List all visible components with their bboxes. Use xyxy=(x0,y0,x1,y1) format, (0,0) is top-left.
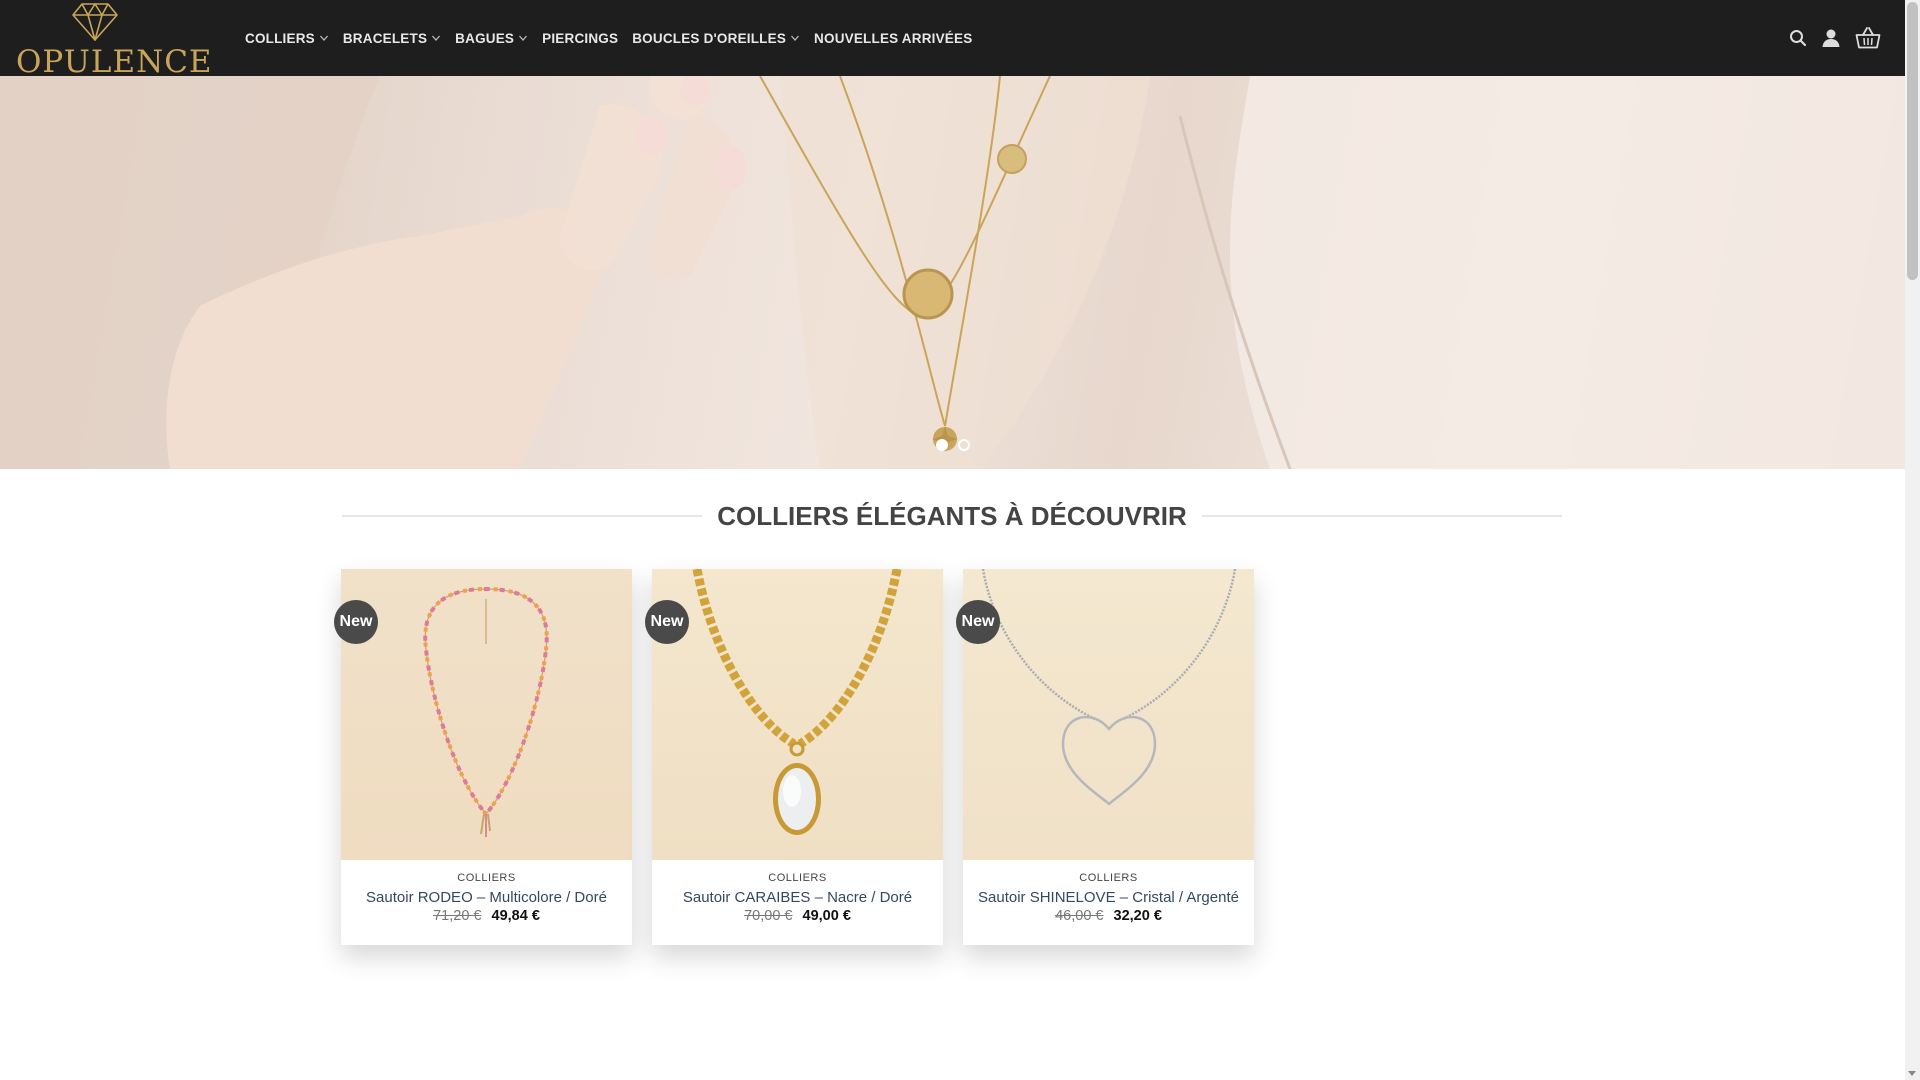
main-nav: COLLIERS BRACELETS BAGUES PIERCINGS BOUC… xyxy=(245,0,986,76)
product-category[interactable]: COLLIERS xyxy=(652,872,943,884)
product-name[interactable]: Sautoir CARAIBES – Nacre / Doré xyxy=(652,889,943,906)
nav-item-colliers[interactable]: COLLIERS xyxy=(245,31,329,46)
old-price: 71,20 € xyxy=(433,908,482,924)
divider xyxy=(1201,515,1563,517)
account-icon[interactable] xyxy=(1821,28,1841,48)
nav-label: BOUCLES D'OREILLES xyxy=(632,30,787,46)
product-price: 70,00 € 49,00 € xyxy=(652,908,943,924)
nav-label: PIERCINGS xyxy=(542,30,619,46)
section-heading: COLLIERS ÉLÉGANTS À DÉCOUVRIR xyxy=(342,496,1563,536)
brand-name: OPULENCE xyxy=(16,44,213,80)
hero-image xyxy=(0,76,1905,469)
search-icon[interactable] xyxy=(1789,29,1807,47)
product-image[interactable] xyxy=(963,569,1254,860)
nav-item-boucles-doreilles[interactable]: BOUCLES D'OREILLES xyxy=(632,31,800,46)
product-name[interactable]: Sautoir RODEO – Multicolore / Doré xyxy=(341,889,632,906)
section-title: COLLIERS ÉLÉGANTS À DÉCOUVRIR xyxy=(717,500,1187,531)
nav-label: NOUVELLES ARRIVÉES xyxy=(814,30,973,46)
product-name[interactable]: Sautoir SHINELOVE – Cristal / Argenté xyxy=(963,889,1254,906)
product-price: 71,20 € 49,84 € xyxy=(341,908,632,924)
chevron-down-icon xyxy=(319,35,328,41)
header-actions xyxy=(1775,0,1881,76)
product-card[interactable]: New COLLIERS Sautoir CARAIBES – Nacre / … xyxy=(645,569,943,945)
basket-icon[interactable] xyxy=(1855,27,1881,49)
site-header: OPULENCE COLLIERS BRACELETS BAGUES PIERC… xyxy=(0,0,1905,80)
nav-label: BAGUES xyxy=(455,30,515,46)
sale-price: 32,20 € xyxy=(1113,908,1162,924)
slider-dot-2[interactable] xyxy=(958,439,970,451)
old-price: 46,00 € xyxy=(1055,908,1104,924)
scroll-down-arrow-icon[interactable] xyxy=(1908,1071,1916,1076)
site-logo[interactable]: OPULENCE xyxy=(14,0,212,80)
scrollbar-thumb[interactable] xyxy=(1907,2,1918,280)
chevron-down-icon xyxy=(432,35,441,41)
sale-price: 49,84 € xyxy=(491,908,540,924)
product-category[interactable]: COLLIERS xyxy=(963,872,1254,884)
diamond-icon xyxy=(72,3,118,41)
nav-label: BRACELETS xyxy=(342,30,428,46)
new-badge: New xyxy=(334,600,378,644)
nav-item-bagues[interactable]: BAGUES xyxy=(455,31,528,46)
nav-item-nouvelles-arrivees[interactable]: NOUVELLES ARRIVÉES xyxy=(814,31,972,46)
chevron-down-icon xyxy=(519,35,528,41)
product-card[interactable]: New COLLIERS Sautoir RODEO – Multicolore… xyxy=(334,569,632,945)
hero-slider[interactable] xyxy=(0,76,1905,469)
product-category[interactable]: COLLIERS xyxy=(341,872,632,884)
nav-item-piercings[interactable]: PIERCINGS xyxy=(542,31,618,46)
slider-dot-1[interactable] xyxy=(936,439,948,451)
product-card[interactable]: New COLLIERS Sautoir SHINELOVE – Cristal… xyxy=(956,569,1254,945)
new-badge: New xyxy=(645,600,689,644)
sale-price: 49,00 € xyxy=(802,908,851,924)
chevron-down-icon xyxy=(791,35,800,41)
product-price: 46,00 € 32,20 € xyxy=(963,908,1254,924)
product-image[interactable] xyxy=(652,569,943,860)
slider-dots xyxy=(936,439,980,451)
divider xyxy=(342,515,703,517)
product-image[interactable] xyxy=(341,569,632,860)
nav-item-bracelets[interactable]: BRACELETS xyxy=(343,31,441,46)
page-scrollbar[interactable] xyxy=(1905,0,1920,1080)
nav-label: COLLIERS xyxy=(245,30,315,46)
new-badge: New xyxy=(956,600,1000,644)
old-price: 70,00 € xyxy=(744,908,793,924)
